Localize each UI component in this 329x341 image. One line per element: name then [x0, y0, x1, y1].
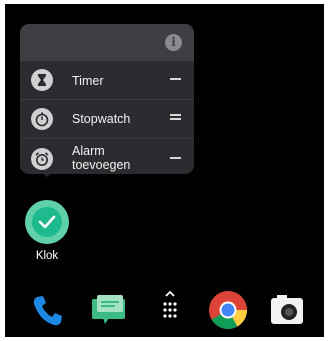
- clock-app-icon: [25, 200, 69, 244]
- drag-handle-icon[interactable]: [170, 114, 181, 122]
- shortcut-label: Alarm toevoegen: [72, 144, 131, 172]
- shortcut-label: Timer: [72, 74, 104, 88]
- chrome-icon[interactable]: [208, 290, 248, 330]
- app-drawer-icon[interactable]: [150, 290, 190, 330]
- messages-icon[interactable]: [89, 290, 129, 330]
- drag-handle-icon[interactable]: [170, 78, 181, 82]
- hourglass-icon: [31, 69, 53, 91]
- alarm-clock-icon: [31, 148, 53, 170]
- app-shortcuts-popup: i Timer Stopwatch Alarm toevoegen: [20, 24, 194, 174]
- app-label: Klok: [35, 250, 59, 262]
- drag-handle-icon[interactable]: [170, 157, 181, 161]
- popup-header: i: [20, 24, 194, 61]
- shortcut-stopwatch[interactable]: Stopwatch: [20, 100, 194, 138]
- shortcut-timer[interactable]: Timer: [20, 61, 194, 99]
- dock: [5, 282, 324, 337]
- stopwatch-icon: [31, 108, 53, 130]
- phone-icon[interactable]: [28, 290, 68, 330]
- info-icon[interactable]: i: [165, 34, 182, 51]
- home-screen: i Timer Stopwatch Alarm toevoegen Klok: [5, 4, 324, 337]
- shortcut-add-alarm[interactable]: Alarm toevoegen: [20, 139, 194, 174]
- app-klok[interactable]: Klok: [22, 200, 72, 262]
- camera-icon[interactable]: [267, 290, 307, 330]
- shortcut-label: Stopwatch: [72, 112, 131, 126]
- popup-pointer: [42, 172, 52, 177]
